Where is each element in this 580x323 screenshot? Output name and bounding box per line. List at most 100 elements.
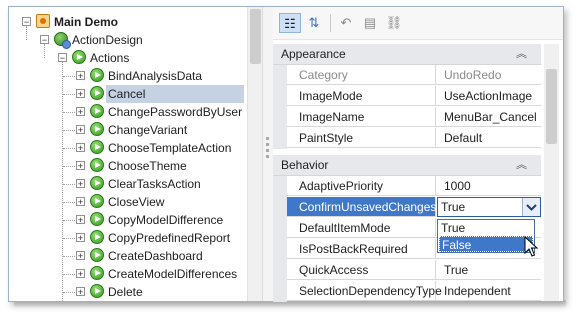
tree-node-action[interactable]: + CloseView [9, 193, 247, 211]
tree-node-action[interactable]: + ChangeVariant [9, 121, 247, 139]
category-appearance[interactable]: Appearance ︽ [273, 44, 541, 65]
undo-button[interactable]: ↶ [335, 13, 357, 33]
expand-icon[interactable]: + [76, 233, 85, 243]
tree-node-action[interactable]: + Cancel [9, 85, 247, 103]
tree-node-actions[interactable]: − Actions [9, 49, 247, 67]
action-icon [90, 194, 104, 208]
expand-icon[interactable]: + [76, 125, 85, 135]
expand-icon[interactable]: + [76, 107, 85, 117]
property-row-imagemode[interactable]: ImageMode UseActionImage [273, 86, 541, 107]
expand-icon[interactable]: + [76, 287, 85, 297]
property-value[interactable]: True [436, 260, 541, 280]
action-icon [90, 158, 104, 172]
tree-node-label: ChangePasswordByUser [108, 105, 243, 119]
action-icon [90, 248, 104, 262]
row-indent [273, 107, 287, 128]
property-row-confirmunsavedchanges[interactable]: ConfirmUnsavedChanges True [273, 197, 541, 218]
expand-icon[interactable]: + [76, 179, 85, 189]
property-row-imagename[interactable]: ImageName MenuBar_Cancel [273, 107, 541, 128]
tree-node-action[interactable]: + ChooseTemplateAction [9, 139, 247, 157]
expand-icon[interactable]: + [76, 143, 85, 153]
tree-scrollbar[interactable] [247, 7, 263, 301]
chevron-down-icon [526, 204, 537, 211]
property-value[interactable]: 1000 [436, 176, 541, 196]
property-grid-scrollbar[interactable] [544, 44, 559, 301]
tree-node-action[interactable]: + BindAnalysisData [9, 67, 247, 85]
tree-node-action[interactable]: + CopyPredefinedReport [9, 229, 247, 247]
tree-node-action[interactable]: + Delete [9, 283, 247, 301]
tree-node-action-design[interactable]: − ActionDesign [9, 31, 247, 49]
property-name: DefaultItemMode [287, 218, 436, 238]
tree-node-action[interactable]: + ChooseTheme [9, 157, 247, 175]
row-indent [273, 128, 287, 149]
dropdown-option-true[interactable]: True [439, 220, 533, 236]
property-row-category[interactable]: Category UndoRedo [273, 65, 541, 86]
collapse-icon[interactable]: − [58, 53, 67, 63]
categorized-button[interactable]: ☷ [279, 13, 301, 33]
sort-az-icon: ⇅ [308, 15, 320, 30]
properties-button[interactable]: ▤ [359, 13, 381, 33]
row-indent [273, 281, 287, 302]
property-name: Category [287, 65, 436, 85]
property-name: IsPostBackRequired [287, 239, 436, 259]
expand-icon[interactable]: + [76, 89, 85, 99]
tree-node-label: Cancel [106, 85, 244, 103]
tree-node-label: CopyPredefinedReport [108, 231, 231, 245]
value-dropdown-list: True False [437, 219, 535, 253]
action-icon [90, 266, 104, 280]
expand-icon[interactable]: + [76, 215, 85, 225]
dropdown-option-false[interactable]: False [439, 236, 533, 252]
toolbar-separator [330, 14, 331, 32]
tree-node-label: ActionDesign [72, 33, 143, 47]
tree-node-label: ChangeVariant [108, 123, 188, 137]
property-value[interactable]: UndoRedo [436, 65, 541, 85]
property-value[interactable]: MenuBar_Cancel [436, 107, 541, 127]
expand-icon[interactable]: + [76, 161, 85, 171]
property-name: PaintStyle [287, 128, 436, 148]
action-icon [90, 86, 104, 100]
property-row-selectiondependencytype[interactable]: SelectionDependencyType Independent [273, 281, 541, 302]
property-value[interactable]: UseActionImage [436, 86, 541, 106]
expand-icon[interactable]: + [76, 197, 85, 207]
property-row-paintstyle[interactable]: PaintStyle Default [273, 128, 541, 149]
value-combobox[interactable]: True [437, 197, 541, 217]
splitter-grip [266, 137, 269, 140]
tree-node-action[interactable]: + CreateDashboard [9, 247, 247, 265]
row-indent [273, 65, 287, 86]
tree-node-label: ChooseTemplateAction [108, 141, 232, 155]
tree-node-action[interactable]: + ChangePasswordByUser [9, 103, 247, 121]
category-behavior[interactable]: Behavior ︽ [273, 155, 541, 176]
collapse-chevron-icon[interactable]: ︽ [516, 44, 527, 64]
tree-node-action[interactable]: + ClearTasksAction [9, 175, 247, 193]
action-icon [90, 176, 104, 190]
expand-icon[interactable]: + [76, 269, 85, 279]
link-icon: ⛓ [385, 15, 403, 30]
property-name: QuickAccess [287, 260, 436, 280]
expand-icon[interactable]: + [76, 71, 85, 81]
property-row-adaptivepriority[interactable]: AdaptivePriority 1000 [273, 176, 541, 197]
alphabetical-button[interactable]: ⇅ [303, 13, 325, 33]
tree-node-main-demo[interactable]: − Main Demo [9, 13, 247, 31]
row-indent [273, 260, 287, 281]
property-grid-toolbar: ☷ ⇅ ↶ ▤ ⛓ [273, 7, 563, 40]
tree-node-action[interactable]: + CreateModelDifferences [9, 265, 247, 283]
collapse-chevron-icon[interactable]: ︽ [516, 155, 527, 175]
collapse-icon[interactable]: − [40, 35, 49, 45]
dropdown-button[interactable] [522, 198, 540, 216]
tree-node-label: Delete [108, 285, 143, 299]
link-button[interactable]: ⛓ [383, 13, 405, 33]
property-row-quickaccess[interactable]: QuickAccess True [273, 260, 541, 281]
action-icon [90, 140, 104, 154]
tree-node-label: CreateDashboard [108, 249, 203, 263]
action-icon [90, 122, 104, 136]
tree-scroll-thumb[interactable] [250, 9, 261, 64]
property-grid-scroll-thumb[interactable] [546, 69, 557, 144]
expand-icon[interactable]: + [76, 251, 85, 261]
property-value[interactable]: Independent [436, 281, 541, 301]
property-value[interactable]: Default [436, 128, 541, 148]
tree-node-label: ChooseTheme [108, 159, 187, 173]
tree-node-action[interactable]: + CopyModelDifference [9, 211, 247, 229]
collapse-icon[interactable]: − [22, 17, 31, 27]
property-name: AdaptivePriority [287, 176, 436, 196]
model-tree: − Main Demo − ActionDesign − Actions + Bi… [9, 7, 247, 301]
